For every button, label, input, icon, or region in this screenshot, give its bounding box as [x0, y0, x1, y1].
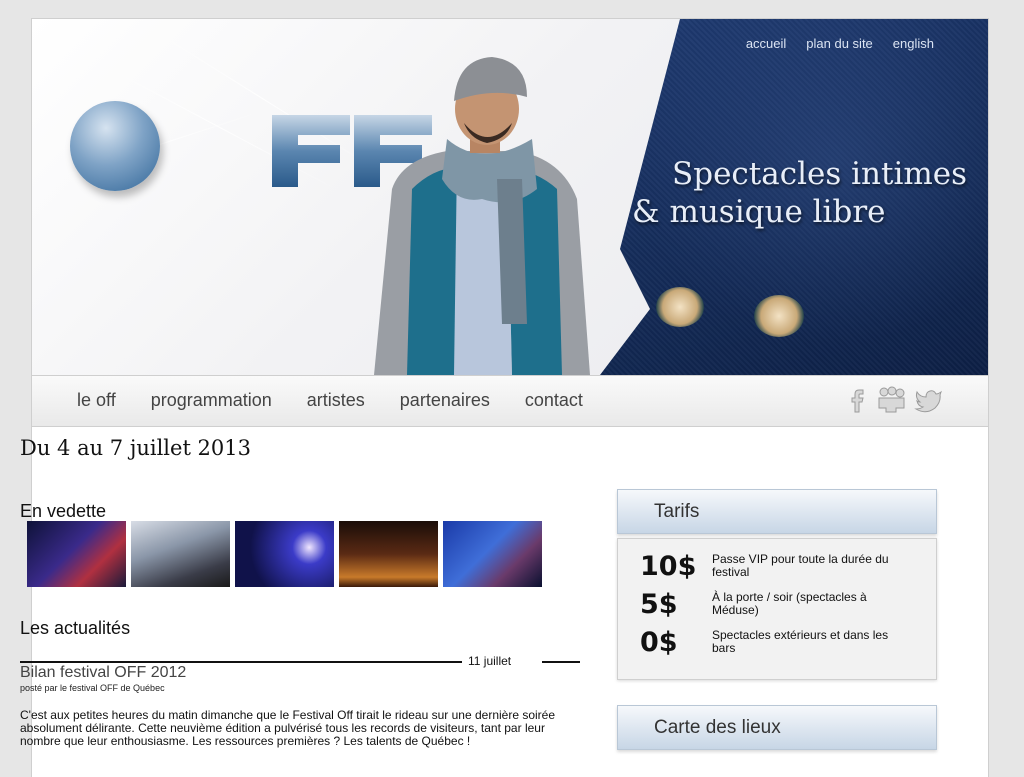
nav-item-le-off[interactable]: le off	[77, 390, 116, 411]
tarifs-header: Tarifs	[617, 489, 937, 534]
twitter-icon[interactable]	[914, 386, 944, 419]
nav-item-contact[interactable]: contact	[525, 390, 583, 411]
banner-tagline: Spectacles intimes & musique libre	[632, 155, 967, 231]
top-link-accueil[interactable]: accueil	[746, 36, 786, 51]
tarif-price: 5$	[640, 589, 678, 620]
tarifs-title: Tarifs	[654, 501, 700, 522]
featured-thumbnail[interactable]	[235, 521, 334, 587]
drum-image	[754, 295, 804, 337]
tarif-price: 0$	[640, 627, 678, 658]
tarif-desc: Spectacles extérieurs et dans les bars	[712, 628, 889, 655]
map-header[interactable]: Carte des lieux	[617, 705, 937, 750]
featured-title: En vedette	[20, 501, 107, 521]
map-title: Carte des lieux	[654, 717, 781, 738]
logo-o-circle[interactable]	[70, 101, 160, 191]
featured-thumbnail[interactable]	[131, 521, 230, 587]
featured-thumbnail[interactable]	[27, 521, 126, 587]
top-link-english[interactable]: english	[893, 36, 934, 51]
facebook-icon[interactable]	[846, 386, 868, 419]
myspace-icon[interactable]	[876, 386, 906, 419]
header-banner: accueil plan du site english Spectacles …	[32, 19, 988, 375]
tarifs-box: 10$ Passe VIP pour toute la durée du fes…	[617, 538, 937, 680]
post-body: C'est aux petites heures du matin dimanc…	[20, 708, 556, 748]
featured-thumbnail[interactable]	[443, 521, 542, 587]
top-links: accueil plan du site english	[746, 36, 934, 51]
tarif-desc: À la porte / soir (spectacles à Méduse)	[712, 590, 867, 617]
tarif-price: 10$	[640, 551, 697, 582]
nav-item-artistes[interactable]: artistes	[307, 390, 365, 411]
top-link-plan-du-site[interactable]: plan du site	[806, 36, 873, 51]
divider-rule	[20, 661, 462, 663]
post-byline: posté par le festival OFF de Québec	[20, 683, 165, 693]
post-title[interactable]: Bilan festival OFF 2012	[20, 664, 186, 682]
news-title: Les actualités	[20, 618, 131, 638]
social-icons	[846, 386, 944, 419]
drum-image	[656, 287, 704, 327]
artist-photo	[374, 57, 590, 375]
divider-rule	[542, 661, 580, 663]
tarif-desc: Passe VIP pour toute la durée du festiva…	[712, 552, 889, 579]
date-heading: Du 4 au 7 juillet 2013	[20, 436, 251, 460]
featured-thumbnail[interactable]	[339, 521, 438, 587]
nav-item-programmation[interactable]: programmation	[151, 390, 272, 411]
nav-item-partenaires[interactable]: partenaires	[400, 390, 490, 411]
featured-thumbnails	[27, 521, 542, 587]
tagline-line-2: & musique libre	[632, 194, 886, 230]
main-nav: le off programmation artistes partenaire…	[32, 375, 988, 427]
post-date: 11 juillet	[468, 654, 512, 668]
tagline-line-1: Spectacles intimes	[672, 156, 968, 192]
nav-items: le off programmation artistes partenaire…	[77, 390, 618, 411]
